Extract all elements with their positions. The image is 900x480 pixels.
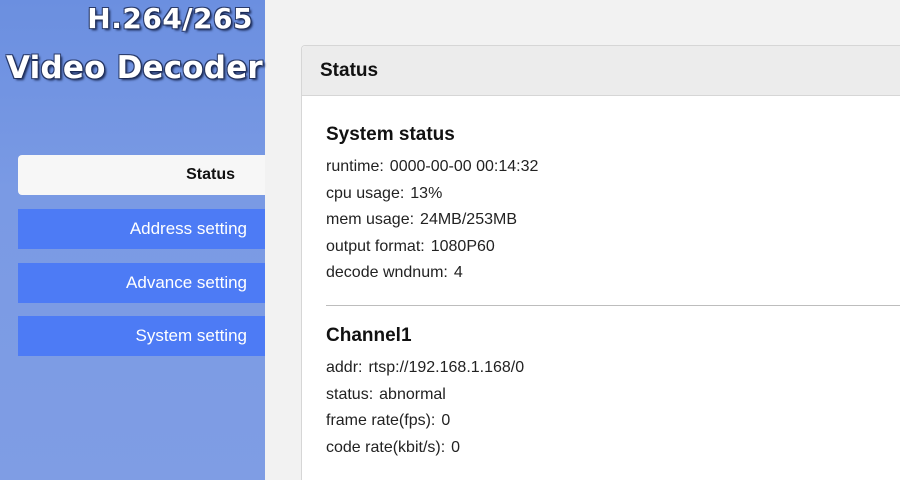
- mem-usage-value: 24MB/253MB: [420, 211, 517, 229]
- nav-advance-setting-label: Advance setting: [126, 273, 247, 292]
- cpu-usage-label: cpu usage:: [326, 184, 405, 202]
- code-rate-label: code rate(kbit/s):: [326, 438, 446, 456]
- logo-line1: H.264/265: [87, 2, 253, 35]
- nav-system-setting-label: System setting: [135, 326, 248, 345]
- channel-status-row: status: abnormal: [326, 382, 900, 409]
- nav-address-setting-label: Address setting: [129, 219, 247, 238]
- frame-rate-label: frame rate(fps):: [326, 412, 436, 430]
- channel-status-value: abnormal: [379, 385, 446, 403]
- output-format-row: output format: 1080P60: [326, 234, 900, 261]
- system-status-section: System status runtime: 0000-00-00 00:14:3…: [326, 124, 900, 287]
- nav-address-setting[interactable]: Address setting: [18, 209, 265, 249]
- mem-usage-label: mem usage:: [326, 211, 415, 229]
- decode-wndnum-value: 4: [453, 264, 463, 282]
- cpu-usage-row: cpu usage: 13%: [326, 181, 900, 208]
- runtime-value: 0000-00-00 00:14:32: [389, 158, 539, 175]
- code-rate-value: 0: [451, 438, 461, 456]
- decode-wndnum-row: decode wndnum: 4: [326, 260, 900, 287]
- addr-label: addr:: [326, 359, 363, 376]
- status-panel: Status System status runtime: 0000-00-00 …: [301, 45, 900, 480]
- nav-status-label: Status: [186, 166, 235, 183]
- addr-value: rtsp://192.168.1.168/0: [368, 359, 525, 376]
- system-status-heading: System status: [326, 124, 455, 145]
- nav-system-setting[interactable]: System setting: [18, 316, 265, 356]
- decode-wndnum-label: decode wndnum:: [326, 264, 448, 282]
- channel1-section: Channel1 addr: rtsp://192.168.1.168/0 sta…: [326, 325, 900, 461]
- frame-rate-value: 0: [441, 412, 451, 430]
- code-rate-row: code rate(kbit/s): 0: [326, 435, 900, 462]
- mem-usage-row: mem usage: 24MB/253MB: [326, 207, 900, 234]
- runtime-label: runtime:: [326, 158, 384, 175]
- panel-title: Status: [302, 46, 900, 96]
- logo-line2: Video Decoder: [6, 50, 263, 86]
- section-divider: [326, 305, 900, 306]
- runtime-row: runtime: 0000-00-00 00:14:32: [326, 154, 900, 181]
- output-format-value: 1080P60: [430, 237, 495, 255]
- sidebar: H.264/265 Video Decoder Status Address s…: [0, 0, 265, 480]
- channel-status-label: status:: [326, 385, 374, 403]
- frame-rate-row: frame rate(fps): 0: [326, 408, 900, 435]
- nav-advance-setting[interactable]: Advance setting: [18, 263, 265, 303]
- nav-status[interactable]: Status: [18, 155, 265, 195]
- channel1-heading: Channel1: [326, 325, 412, 346]
- output-format-label: output format:: [326, 237, 425, 255]
- addr-row: addr: rtsp://192.168.1.168/0: [326, 355, 900, 382]
- cpu-usage-value: 13%: [410, 184, 443, 202]
